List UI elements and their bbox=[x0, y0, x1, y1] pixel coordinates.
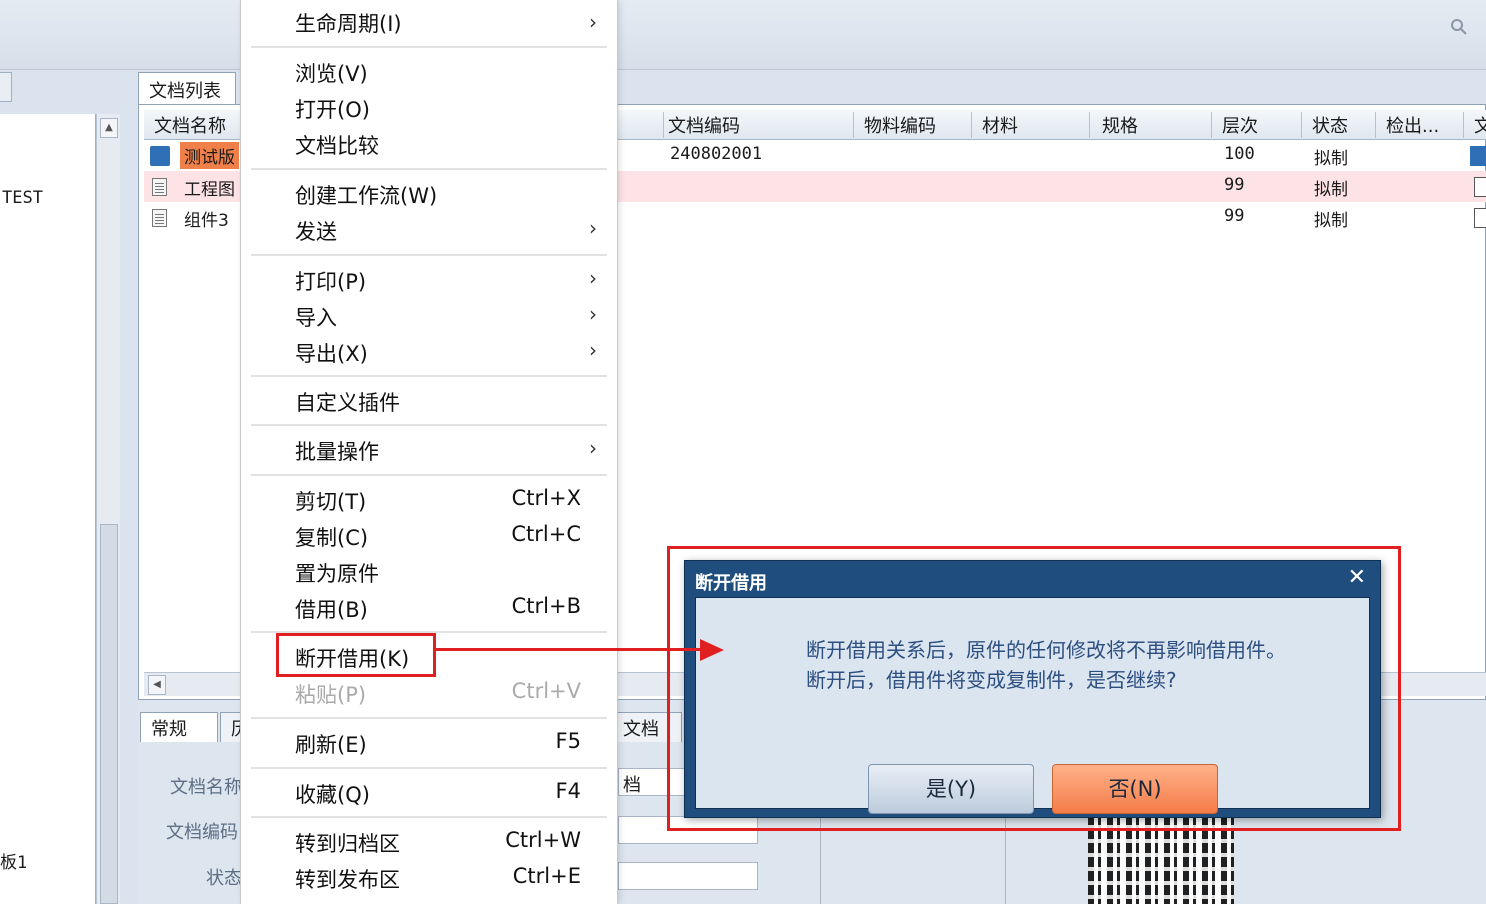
left-tree-panel: TEST 板1 bbox=[0, 114, 96, 904]
left-scrollbar[interactable]: ▲ bbox=[96, 114, 120, 904]
scroll-left-icon[interactable]: ◀ bbox=[148, 675, 166, 695]
doc-name-cell[interactable]: 组件3 bbox=[184, 206, 229, 231]
doc-name-value: 档 bbox=[623, 775, 641, 796]
menu-separator bbox=[251, 375, 607, 377]
menu-item-custom-plugin[interactable]: 自定义插件 bbox=[295, 387, 400, 417]
menu-item-send[interactable]: 发送 bbox=[295, 216, 337, 246]
chevron-right-icon: › bbox=[589, 302, 597, 326]
level-cell: 100 bbox=[1224, 144, 1255, 164]
tree-item-test[interactable]: TEST bbox=[2, 188, 43, 208]
status-cell: 拟制 bbox=[1314, 149, 1348, 169]
document-icon bbox=[152, 209, 167, 227]
menu-item-import[interactable]: 导入 bbox=[295, 302, 337, 332]
row-checkbox[interactable] bbox=[1474, 208, 1486, 228]
chevron-right-icon: › bbox=[589, 266, 597, 290]
menu-item-copy[interactable]: 复制(C) bbox=[295, 522, 368, 552]
shortcut-refresh: F5 bbox=[555, 729, 581, 753]
shortcut-paste: Ctrl+V bbox=[511, 679, 581, 703]
scroll-thumb[interactable] bbox=[100, 524, 118, 904]
status-field[interactable] bbox=[618, 862, 758, 890]
menu-item-to-archive[interactable]: 转到归档区 bbox=[295, 828, 400, 858]
col-level[interactable]: 层次 bbox=[1212, 112, 1302, 138]
shortcut-to-archive: Ctrl+W bbox=[505, 828, 581, 852]
shortcut-copy: Ctrl+C bbox=[511, 522, 581, 546]
menu-item-open[interactable]: 打开(O) bbox=[295, 94, 370, 124]
menu-separator bbox=[251, 474, 607, 476]
menu-item-to-release[interactable]: 转到发布区 bbox=[295, 864, 400, 894]
annotation-arrow-line bbox=[436, 648, 704, 651]
level-cell: 99 bbox=[1224, 175, 1245, 195]
col-status[interactable]: 状态 bbox=[1302, 112, 1376, 138]
menu-separator bbox=[251, 254, 607, 256]
left-panel-tab[interactable] bbox=[0, 72, 12, 102]
row-checkbox[interactable] bbox=[1474, 177, 1486, 197]
shortcut-favorite: F4 bbox=[555, 779, 581, 803]
chevron-right-icon: › bbox=[589, 216, 597, 240]
menu-separator bbox=[251, 46, 607, 48]
document-icon bbox=[152, 178, 167, 196]
menu-item-lifecycle[interactable]: 生命周期(I) bbox=[295, 8, 402, 38]
col-checkout[interactable]: 检出... bbox=[1376, 112, 1464, 138]
status-cell: 拟制 bbox=[1314, 211, 1348, 231]
chevron-right-icon: › bbox=[589, 10, 597, 34]
menu-separator bbox=[251, 717, 607, 719]
doc-type-icon bbox=[150, 146, 170, 166]
menu-item-set-original[interactable]: 置为原件 bbox=[295, 558, 379, 588]
col-doc-code[interactable]: 文档编码 bbox=[658, 112, 854, 138]
highlight-box-menu-item bbox=[276, 633, 436, 677]
tab-general[interactable]: 常规 bbox=[140, 712, 218, 742]
status-label: 状态 bbox=[206, 868, 242, 889]
top-toolbar bbox=[0, 0, 1486, 70]
annotation-arrow-icon bbox=[700, 639, 724, 661]
doc-name-label: 文档名称 bbox=[170, 777, 242, 798]
menu-separator bbox=[251, 816, 607, 818]
doc-name-cell[interactable]: 工程图 bbox=[184, 175, 235, 200]
shortcut-borrow: Ctrl+B bbox=[511, 594, 581, 618]
menu-item-create-workflow[interactable]: 创建工作流(W) bbox=[295, 180, 437, 210]
col-spec[interactable]: 规格 bbox=[1092, 112, 1212, 138]
menu-item-borrow[interactable]: 借用(B) bbox=[295, 594, 368, 624]
col-material-code[interactable]: 物料编码 bbox=[854, 112, 972, 138]
menu-separator bbox=[251, 168, 607, 170]
doc-name-cell[interactable]: 测试版 bbox=[180, 142, 239, 169]
chevron-right-icon: › bbox=[589, 436, 597, 460]
highlight-box-dialog bbox=[667, 546, 1401, 831]
chevron-right-icon: › bbox=[589, 338, 597, 362]
menu-item-cut[interactable]: 剪切(T) bbox=[295, 486, 366, 516]
menu-separator bbox=[251, 424, 607, 426]
menu-separator bbox=[251, 767, 607, 769]
menu-item-print[interactable]: 打印(P) bbox=[295, 266, 366, 296]
status-cell: 拟制 bbox=[1314, 180, 1348, 200]
context-menu: 生命周期(I) › 浏览(V) 打开(O) 文档比较 创建工作流(W) 发送 ›… bbox=[240, 0, 618, 904]
col-material[interactable]: 材料 bbox=[972, 112, 1090, 138]
menu-item-browse[interactable]: 浏览(V) bbox=[295, 58, 368, 88]
level-cell: 99 bbox=[1224, 206, 1245, 226]
menu-item-favorite[interactable]: 收藏(Q) bbox=[295, 779, 370, 809]
tab-doc-list[interactable]: 文档列表 bbox=[138, 72, 236, 104]
file-type-icon bbox=[1470, 146, 1486, 166]
col-extra[interactable]: 文 bbox=[1464, 112, 1486, 138]
scroll-up-icon[interactable]: ▲ bbox=[100, 118, 118, 138]
menu-item-paste[interactable]: 粘贴(P) bbox=[295, 679, 366, 709]
menu-item-export[interactable]: 导出(X) bbox=[295, 338, 368, 368]
menu-item-compare[interactable]: 文档比较 bbox=[295, 130, 379, 160]
shortcut-cut: Ctrl+X bbox=[511, 486, 581, 510]
search-icon[interactable] bbox=[1450, 18, 1470, 38]
shortcut-to-release: Ctrl+E bbox=[512, 864, 581, 888]
doc-code-cell: 240802001 bbox=[670, 144, 763, 164]
menu-item-batch[interactable]: 批量操作 bbox=[295, 436, 379, 466]
tree-item-board[interactable]: 板1 bbox=[0, 848, 27, 873]
menu-item-refresh[interactable]: 刷新(E) bbox=[295, 729, 367, 759]
doc-code-label: 文档编码 bbox=[166, 822, 238, 843]
